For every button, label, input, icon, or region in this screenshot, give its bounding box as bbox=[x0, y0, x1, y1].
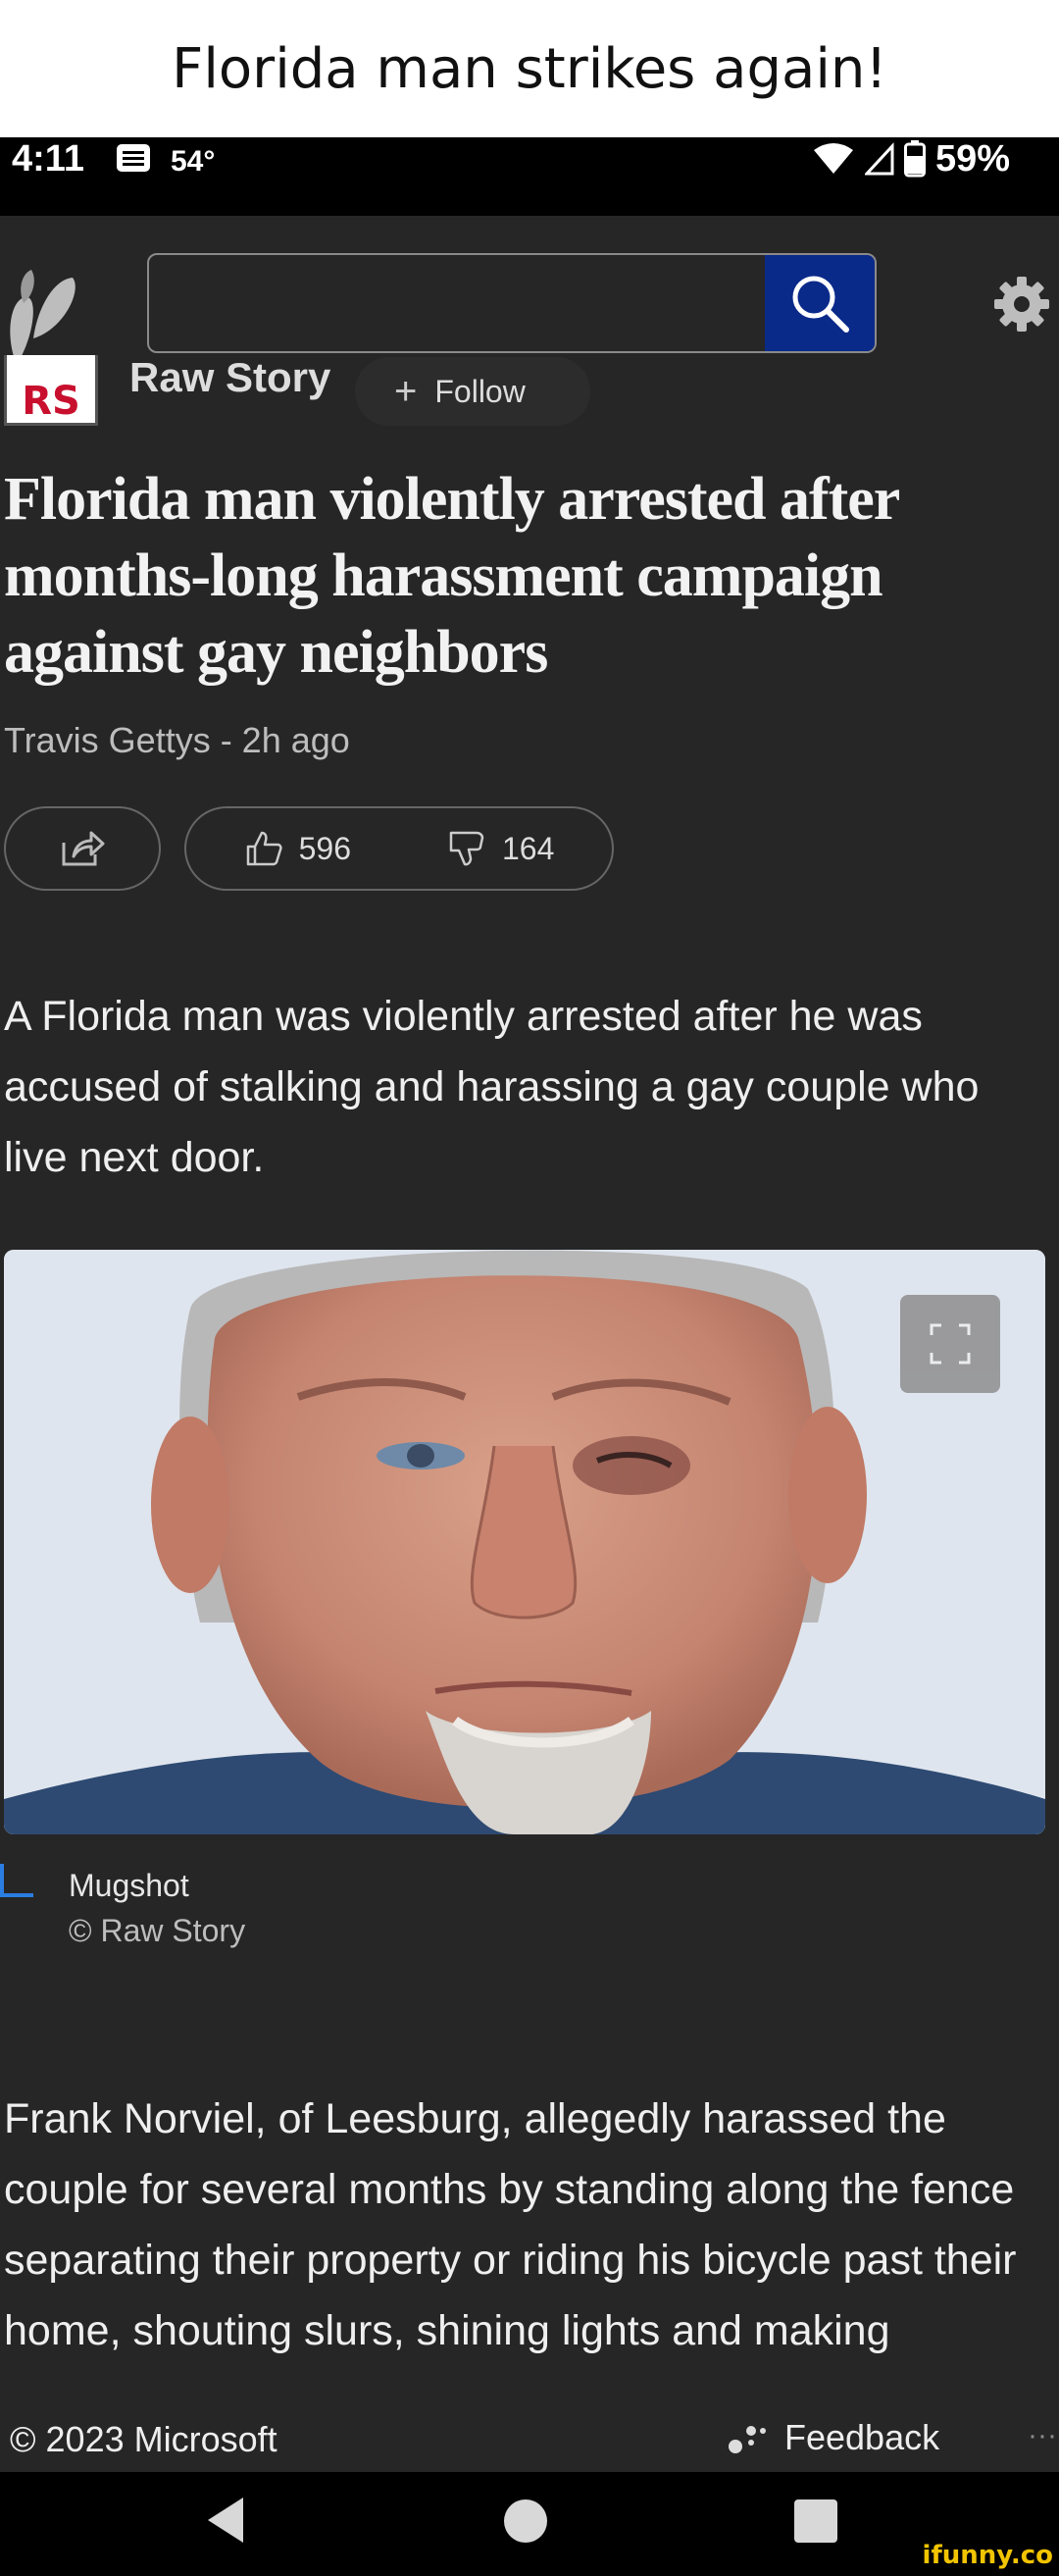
reactions-bar: 596 164 bbox=[184, 806, 614, 891]
search-button[interactable] bbox=[765, 255, 875, 351]
caption-marker bbox=[0, 1864, 33, 1897]
feedback-button[interactable]: Feedback bbox=[728, 2417, 939, 2458]
search-icon bbox=[792, 276, 849, 333]
back-icon[interactable] bbox=[204, 2496, 247, 2545]
image-caption: Mugshot bbox=[69, 1868, 189, 1903]
signal-icon bbox=[864, 142, 894, 176]
feedback-icon bbox=[729, 2426, 766, 2453]
source-logo-text: RS bbox=[22, 379, 80, 424]
battery-percent: 59% bbox=[934, 137, 1010, 180]
article-byline: Travis Gettys - 2h ago bbox=[4, 720, 350, 760]
share-button[interactable] bbox=[4, 806, 161, 891]
notification-icon bbox=[117, 144, 150, 172]
mugshot-image bbox=[4, 1250, 1045, 1834]
follow-button[interactable]: + Follow bbox=[355, 357, 590, 426]
expand-image-button[interactable] bbox=[900, 1295, 1000, 1393]
article-image[interactable] bbox=[4, 1250, 1045, 1834]
thumbs-up-icon bbox=[246, 831, 282, 866]
recent-apps-icon[interactable] bbox=[794, 2499, 837, 2543]
status-bar: 4:11 54° 59% bbox=[0, 137, 1059, 216]
source-name[interactable]: Raw Story bbox=[129, 355, 330, 400]
article-headline: Florida man violently arrested after mon… bbox=[4, 466, 899, 686]
watermark: ifunny.co bbox=[922, 2541, 1053, 2570]
home-icon[interactable] bbox=[504, 2499, 547, 2543]
article-paragraph-2: Frank Norviel, of Leesburg, allegedly ha… bbox=[4, 2095, 1017, 2354]
page-footer: © 2023 Microsoft Feedback ··· bbox=[0, 2411, 1059, 2472]
dislike-count: 164 bbox=[502, 830, 555, 866]
source-row: RS Raw Story + Follow bbox=[0, 355, 1059, 434]
expand-icon bbox=[930, 1323, 971, 1365]
like-count: 596 bbox=[298, 830, 351, 866]
butterfly-logo-icon[interactable] bbox=[4, 260, 82, 358]
share-icon bbox=[62, 831, 105, 866]
follow-label: Follow bbox=[434, 373, 526, 409]
plus-icon: + bbox=[394, 369, 418, 413]
source-logo[interactable]: RS bbox=[4, 355, 98, 426]
status-temperature: 54° bbox=[171, 145, 216, 178]
like-button[interactable]: 596 bbox=[244, 829, 351, 868]
feedback-label: Feedback bbox=[784, 2417, 940, 2457]
footer-copyright: © 2023 Microsoft bbox=[10, 2419, 277, 2459]
system-navigation-bar bbox=[0, 2472, 1059, 2576]
dislike-button[interactable]: 164 bbox=[447, 829, 554, 868]
search-input[interactable] bbox=[147, 253, 877, 353]
image-credit: © Raw Story bbox=[69, 1913, 246, 1948]
wifi-icon bbox=[813, 143, 853, 174]
status-indicators: 59% bbox=[812, 137, 1010, 180]
article-paragraph-1: A Florida man was violently arrested aft… bbox=[4, 993, 980, 1181]
thumbs-down-icon bbox=[449, 831, 484, 866]
more-options-button[interactable]: ··· bbox=[1028, 2419, 1057, 2452]
battery-icon bbox=[903, 140, 926, 178]
status-time: 4:11 bbox=[12, 138, 84, 180]
meme-caption-bar: Florida man strikes again! bbox=[0, 0, 1059, 137]
meme-caption: Florida man strikes again! bbox=[172, 36, 887, 101]
gear-icon[interactable] bbox=[992, 275, 1051, 334]
